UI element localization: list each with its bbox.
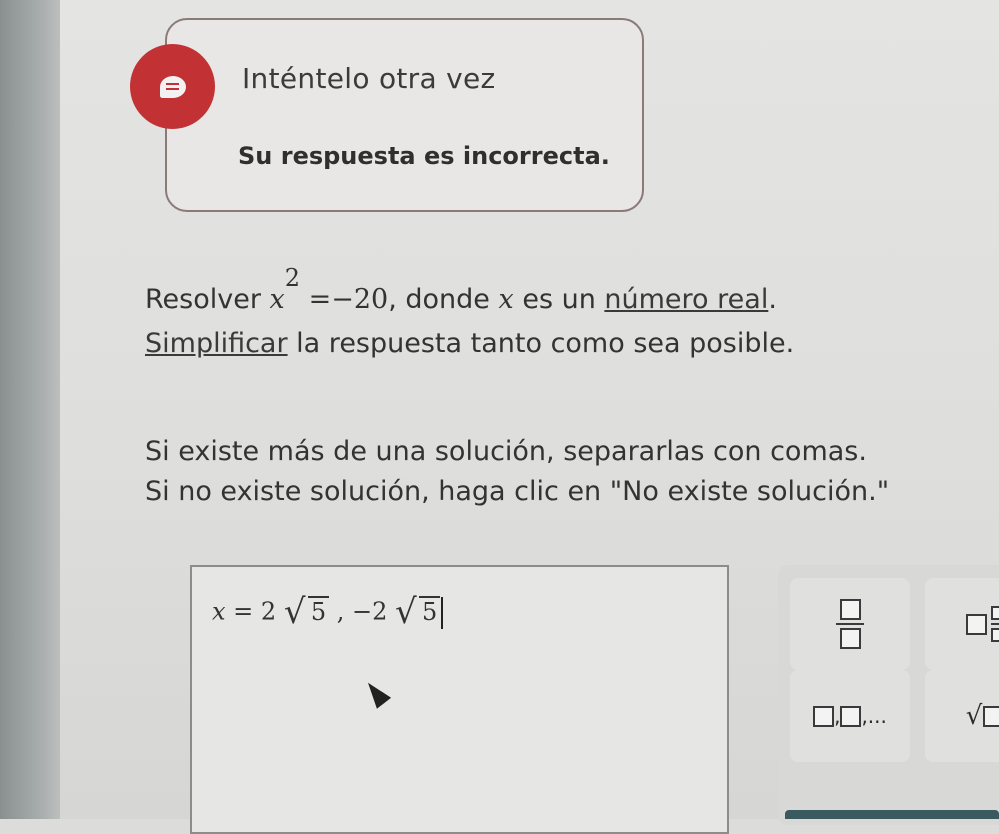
feedback-message: Su respuesta es incorrecta.	[238, 142, 610, 170]
answer-input-box[interactable]: x = 2 √5 , −2 √5	[190, 565, 729, 834]
square-root-button[interactable]: √	[925, 670, 999, 762]
problem-equation: =−20	[300, 284, 388, 315]
bottom-accent-bar	[785, 810, 999, 819]
problem-exponent: 2	[285, 264, 300, 292]
simplify-link[interactable]: Simplificar	[145, 328, 288, 359]
problem-lead: Resolver	[145, 284, 270, 315]
sqrt-2: √5	[395, 598, 440, 626]
problem-mid: es un	[514, 284, 605, 315]
chat-bubble-icon	[160, 76, 186, 98]
instruction-line-1: Si existe más de una solución, separarla…	[145, 432, 889, 472]
sqrt-1: √5	[284, 598, 329, 626]
answer-variable: x	[212, 598, 226, 626]
mixed-number-icon	[966, 606, 999, 642]
answer-equals: = 2	[226, 598, 277, 626]
instruction-line-2: Si no existe solución, haga clic en "No …	[145, 472, 889, 512]
problem-after: , donde	[388, 284, 498, 315]
problem-variable: x	[270, 284, 285, 315]
real-number-link[interactable]: número real	[604, 284, 768, 315]
fraction-icon	[836, 599, 864, 649]
problem-variable-2: x	[499, 284, 514, 315]
text-cursor	[441, 597, 443, 629]
answer-separator: , −2	[329, 598, 387, 626]
answer-expression[interactable]: x = 2 √5 , −2 √5	[212, 597, 443, 629]
list-icon: ,,...	[813, 704, 887, 728]
radicand-1: 5	[308, 596, 329, 626]
problem-statement: Resolver x2 =−20, donde x es un número r…	[145, 278, 794, 366]
problem-line2: la respuesta tanto como sea posible.	[288, 328, 795, 359]
feedback-title: Inténtelo otra vez	[242, 62, 496, 95]
list-button[interactable]: ,,...	[790, 670, 910, 762]
radicand-2: 5	[419, 596, 440, 626]
feedback-icon	[130, 44, 215, 129]
instructions: Si existe más de una solución, separarla…	[145, 432, 889, 512]
square-root-icon: √	[966, 701, 999, 731]
fraction-button[interactable]	[790, 578, 910, 670]
list-suffix: ,...	[861, 704, 886, 728]
mixed-number-button[interactable]	[925, 578, 999, 670]
feedback-box	[165, 18, 644, 212]
problem-end: .	[768, 284, 777, 315]
